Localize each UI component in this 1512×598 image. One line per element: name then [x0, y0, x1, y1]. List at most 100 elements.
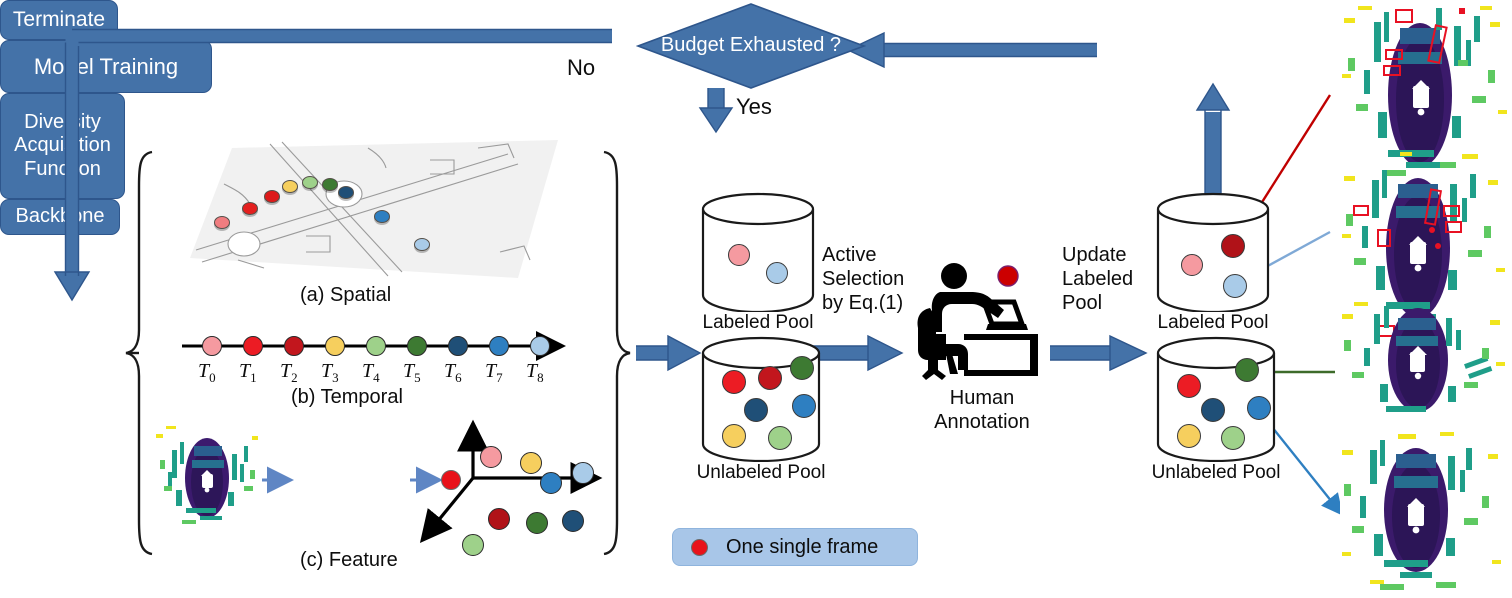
timeline-frame-dot: [448, 336, 468, 356]
pool-right-labeled-label: Labeled Pool: [1157, 312, 1269, 333]
pool-frame-dot: [722, 370, 746, 394]
pool-frame-dot: [1181, 254, 1203, 276]
budget-to-terminate-arrow: [698, 88, 734, 134]
diversity-acquisition-label: Diversity Acquisition Function: [14, 110, 111, 180]
pool-frame-dot: [1223, 274, 1247, 298]
diagram-canvas: Budget Exhausted ? No Yes Terminate Mode…: [0, 0, 1512, 593]
left-brace: [125, 150, 153, 556]
legend-frame-dot-icon: [691, 538, 708, 556]
pool-frame-dot: [728, 244, 750, 266]
pool-frame-dot: [722, 424, 746, 448]
timeline-tick-label: T5: [403, 360, 421, 385]
timeline-frame-dot: [489, 336, 509, 356]
pool-left-unlabeled-label: Unlabeled Pool: [696, 462, 826, 483]
pointcloud-column: [1340, 0, 1512, 593]
timeline-tick-label: T2: [280, 360, 298, 385]
timeline-tick-label: T8: [526, 360, 544, 385]
feature-caption: (c) Feature: [300, 549, 398, 571]
feature-embedding-dot: [488, 508, 510, 530]
terminate-label: Terminate: [12, 7, 106, 31]
pool-frame-dot: [1247, 396, 1271, 420]
timeline-frame-dot: [243, 336, 263, 356]
spatial-frame-dot: [214, 216, 230, 229]
pool-frame-dot: [792, 394, 816, 418]
timeline-frame-dot: [366, 336, 386, 356]
pool-frame-dot: [758, 366, 782, 390]
timeline-tick-label: T3: [321, 360, 339, 385]
feature-pointcloud-thumb: [152, 420, 262, 530]
pool-frame-dot: [768, 426, 792, 450]
budget-exhausted-decision[interactable]: Budget Exhausted ?: [635, 2, 867, 90]
pool-frame-dot: [744, 398, 768, 422]
spatial-map: [178, 140, 568, 285]
brace-to-unlabeled-arrow: [636, 334, 702, 372]
timeline-frame-dot: [325, 336, 345, 356]
spatial-frame-dot: [338, 186, 354, 199]
pool-frame-dot: [1221, 426, 1245, 450]
terminate-box[interactable]: Terminate: [0, 0, 118, 40]
pool-frame-dot: [1235, 358, 1259, 382]
feature-embedding-dot: [572, 462, 594, 484]
backbone-box[interactable]: Backbone: [0, 199, 120, 235]
pool-frame-dot: [1177, 424, 1201, 448]
spatial-caption: (a) Spatial: [300, 284, 392, 306]
timeline-frame-dot: [407, 336, 427, 356]
cylinder-shape: [701, 192, 815, 312]
backbone-output-dot: [441, 470, 461, 490]
feature-embedding-dot: [562, 510, 584, 532]
active-selection-label: Active Selection by Eq.(1): [822, 244, 905, 314]
spatial-frame-dot: [374, 210, 390, 223]
yes-edge-label: Yes: [736, 94, 772, 119]
timeline-frame-dot: [530, 336, 550, 356]
temporal-caption: (b) Temporal: [291, 386, 403, 408]
legend-label: One single frame: [726, 535, 879, 558]
feature-embedding-dot: [526, 512, 548, 534]
pool-right-unlabeled[interactable]: [1155, 336, 1277, 462]
training-to-budget-arrow: [846, 31, 1097, 69]
timeline-tick-label: T6: [444, 360, 462, 385]
feature-embedding-dot: [462, 534, 484, 556]
update-labeled-pool-label: Update Labeled Pool: [1062, 244, 1134, 314]
no-edge-label: No: [567, 55, 596, 80]
diamond-shape: [635, 3, 867, 89]
person-at-desk-icon: [917, 263, 1038, 380]
legend-one-single-frame: One single frame: [672, 528, 918, 566]
pool-left-unlabeled[interactable]: [700, 336, 822, 462]
spatial-frame-dot: [242, 202, 258, 215]
pool-frame-dot: [766, 262, 788, 284]
pool-frame-dot: [1221, 234, 1245, 258]
spatial-frame-dot: [414, 238, 430, 251]
feature-scatter: [462, 424, 612, 556]
spatial-frame-dot: [322, 178, 338, 191]
pool-left-labeled[interactable]: [700, 192, 816, 312]
model-training-box[interactable]: Model Training: [0, 40, 212, 93]
backbone-label: Backbone: [15, 205, 105, 228]
diversity-acquisition-box[interactable]: Diversity Acquisition Function: [0, 93, 125, 199]
pool-right-unlabeled-label: Unlabeled Pool: [1151, 462, 1281, 483]
human-annotation-caption: Human Annotation: [934, 387, 1030, 433]
pool-frame-dot: [1201, 398, 1225, 422]
spatial-frame-dot: [264, 190, 280, 203]
timeline-tick-label: T1: [239, 360, 257, 385]
feature-embedding-dot: [520, 452, 542, 474]
spatial-frame-dot: [302, 176, 318, 189]
pool-left-labeled-label: Labeled Pool: [702, 312, 814, 333]
pool-right-labeled[interactable]: [1155, 192, 1271, 312]
timeline-tick-label: T4: [362, 360, 380, 385]
timeline-frame-dot: [284, 336, 304, 356]
timeline-tick-label: T7: [485, 360, 503, 385]
spatial-frame-dot: [282, 180, 298, 193]
temporal-timeline: T0 T1 T2 T3 T4 T5 T6 T7 T8: [178, 320, 578, 390]
pool-frame-dot: [790, 356, 814, 380]
pointcloud-bev-small: [152, 420, 262, 530]
timeline-tick-label: T0: [198, 360, 216, 385]
model-training-label: Model Training: [33, 53, 179, 79]
pointcloud-bev-stack: [1340, 0, 1512, 593]
labeled-to-training-arrow: [1195, 82, 1231, 196]
feature-embedding-dot: [480, 446, 502, 468]
timeline-frame-dot: [202, 336, 222, 356]
feature-embedding-dot: [540, 472, 562, 494]
pool-frame-dot: [1177, 374, 1201, 398]
update-pool-arrow: [1050, 334, 1148, 372]
spatial-map-graphic: [190, 140, 558, 278]
